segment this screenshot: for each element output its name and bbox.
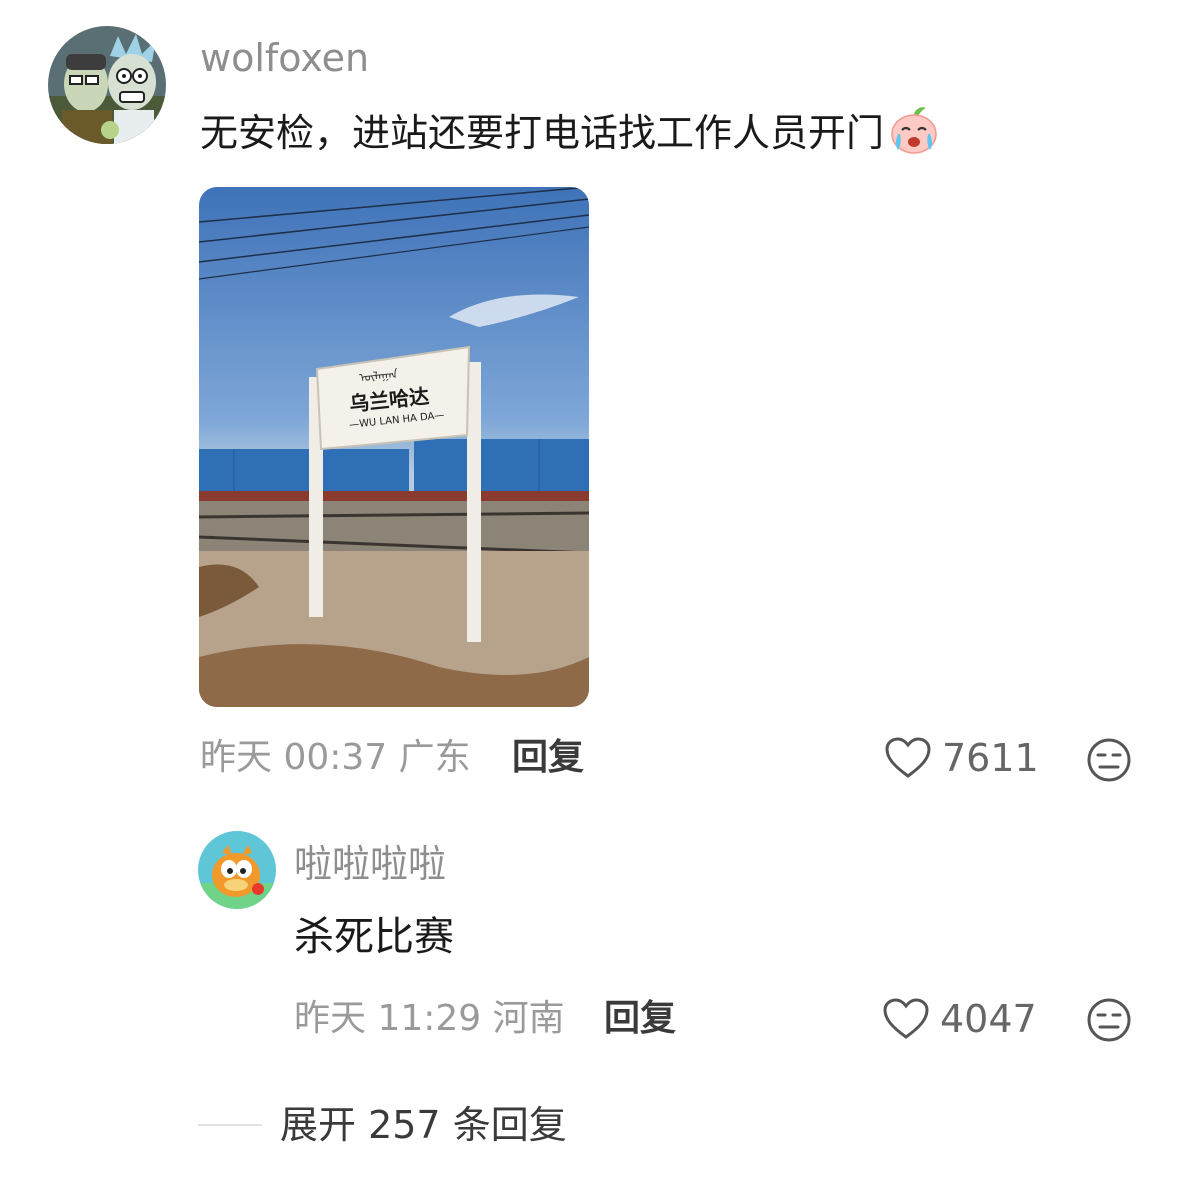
- heart-outline-icon: [883, 998, 929, 1039]
- like-count: 7611: [942, 736, 1039, 780]
- avatar[interactable]: [48, 26, 166, 144]
- dislike-button[interactable]: [1086, 997, 1132, 1047]
- comment-date-location: 昨天 00:37 广东: [200, 737, 471, 778]
- dislike-button[interactable]: [1086, 737, 1132, 787]
- comment-text: 杀死比赛: [294, 914, 454, 960]
- username[interactable]: 啦啦啦啦: [294, 838, 446, 890]
- avatar[interactable]: [198, 831, 276, 909]
- comment-photo[interactable]: ᠦᠯᠠᠭᠠᠨ 乌兰哈达 —WU LAN HA DA—: [199, 187, 589, 707]
- meh-face-icon: [1087, 738, 1131, 782]
- expand-replies-button[interactable]: 展开 257 条回复: [280, 1100, 567, 1150]
- comment-text: 无安检，进站还要打电话找工作人员开门: [200, 104, 940, 160]
- sign-top-script: ᠦᠯᠠᠭᠠᠨ: [358, 367, 399, 385]
- meh-face-icon: [1087, 998, 1131, 1042]
- divider: [198, 1124, 262, 1126]
- like-count: 4047: [940, 997, 1037, 1041]
- crying-peach-emoji-icon: [888, 104, 940, 156]
- comment-date-location: 昨天 11:29 河南: [294, 998, 565, 1039]
- comment-text-content: 无安检，进站还要打电话找工作人员开门: [200, 111, 885, 155]
- photo-overlay: ᠦᠯᠠᠭᠠᠨ 乌兰哈达 —WU LAN HA DA—: [199, 187, 589, 707]
- like-button[interactable]: [884, 736, 932, 784]
- heart-outline-icon: [885, 737, 931, 778]
- reply-button[interactable]: 回复: [512, 734, 584, 782]
- username[interactable]: wolfoxen: [200, 32, 369, 84]
- like-button[interactable]: [882, 997, 930, 1045]
- reply-button[interactable]: 回复: [604, 995, 676, 1043]
